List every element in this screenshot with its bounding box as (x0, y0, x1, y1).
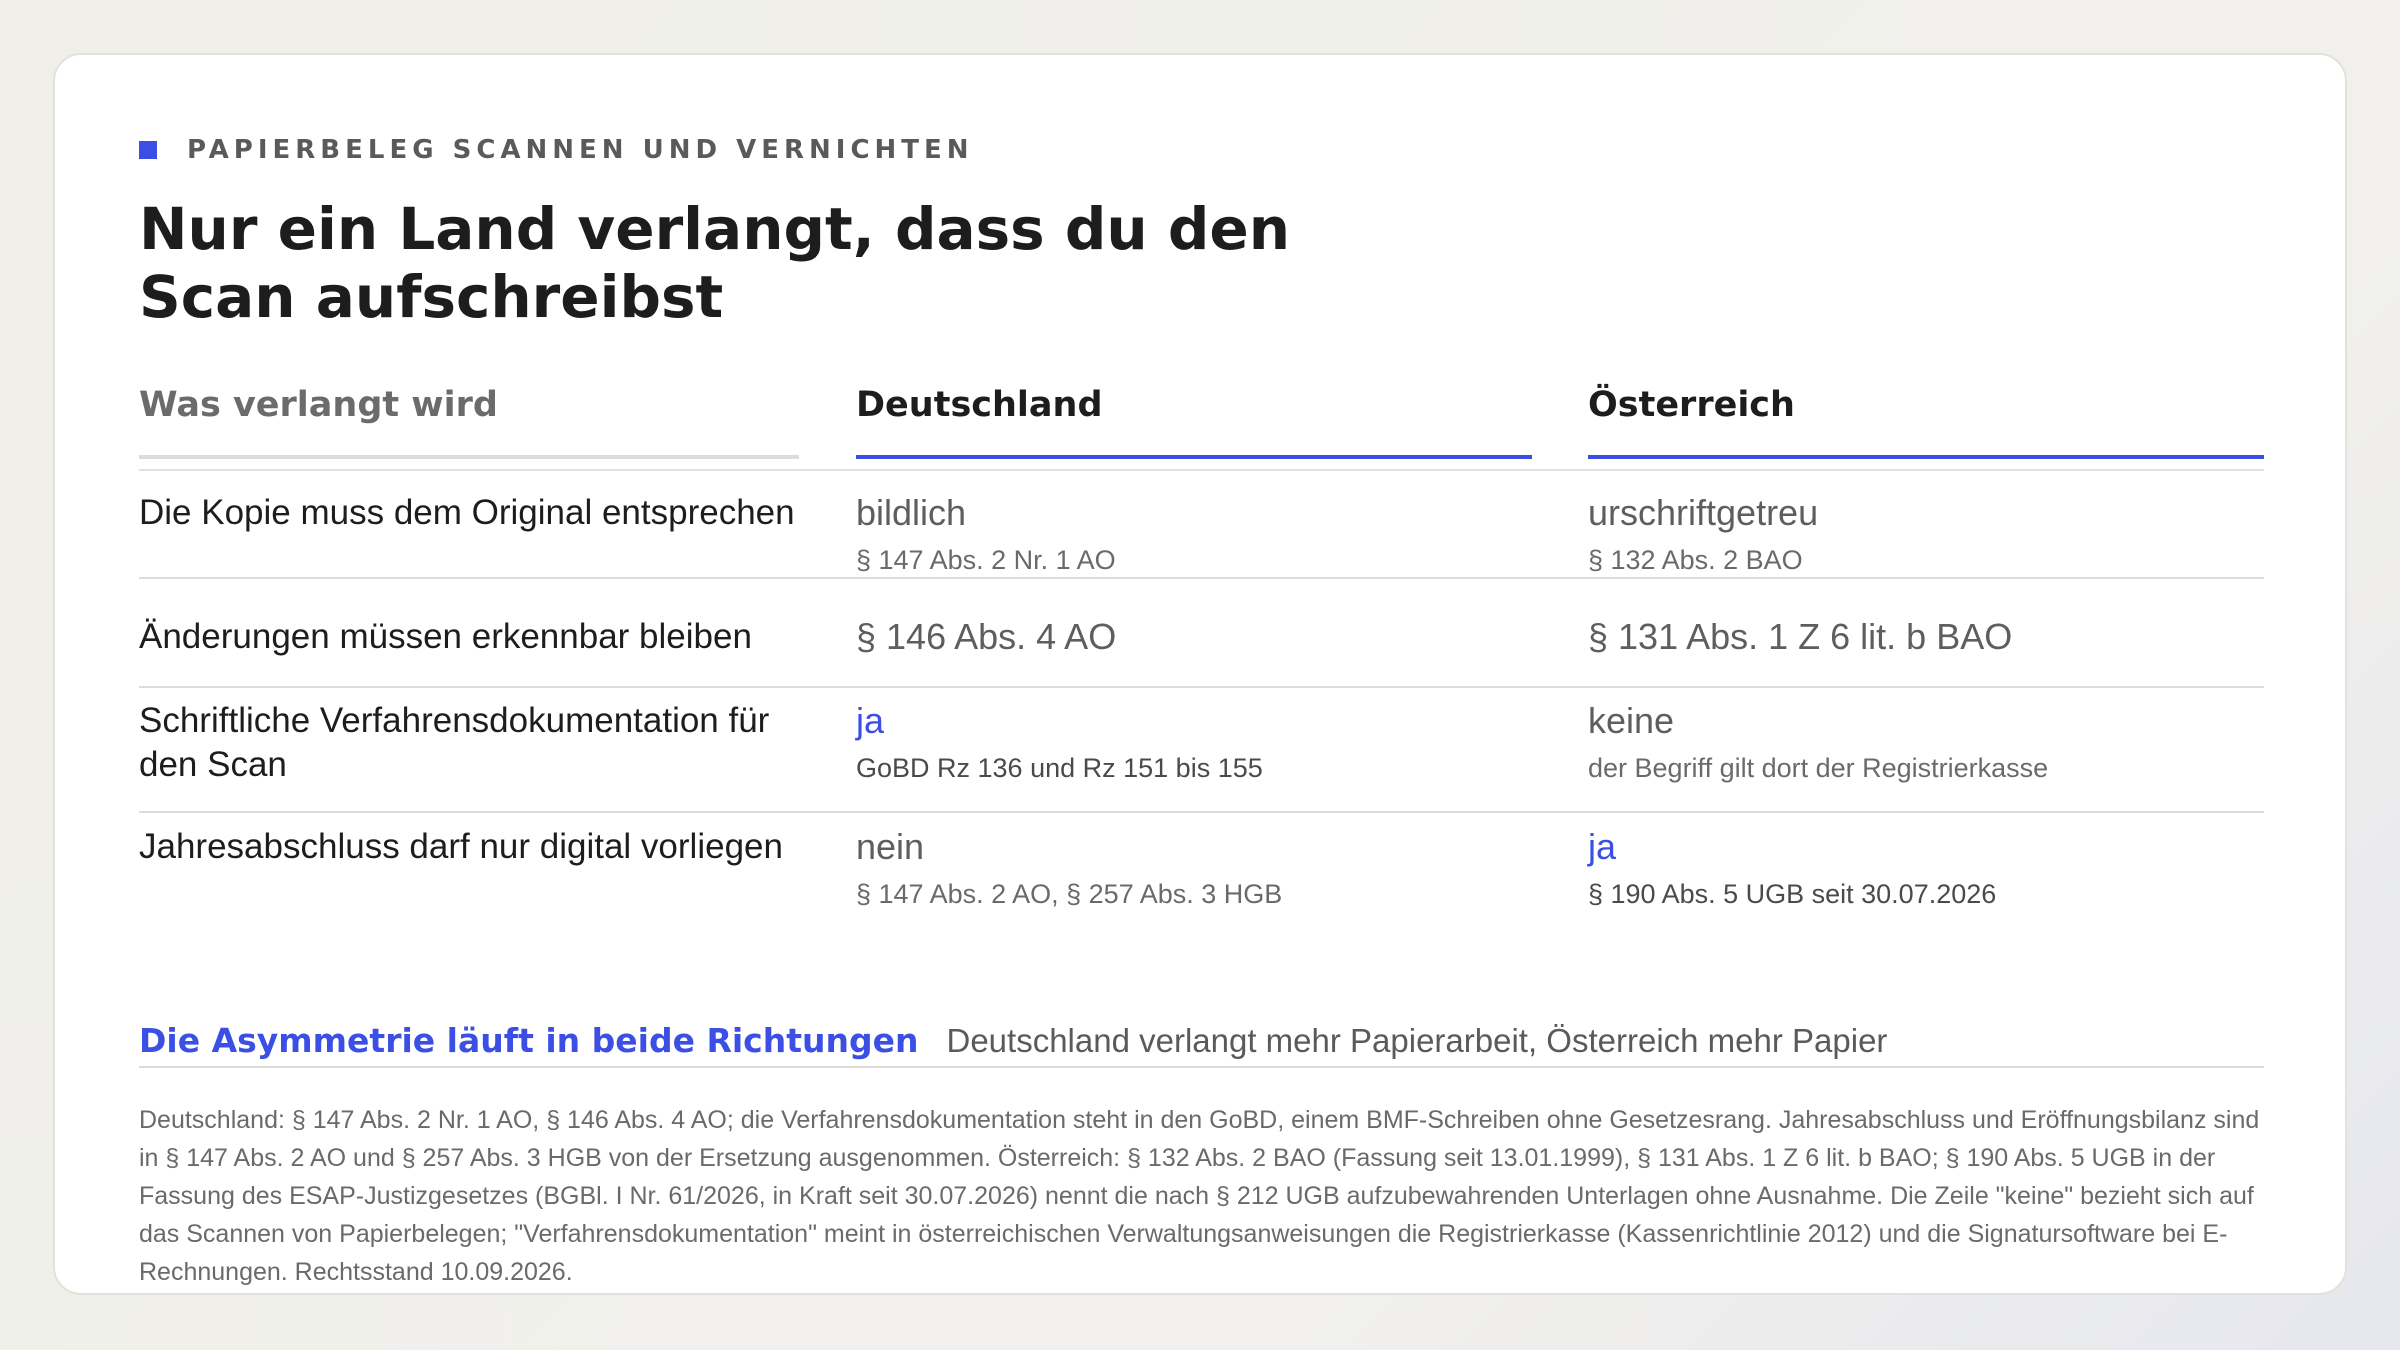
austria-reference: § 132 Abs. 2 BAO (1588, 545, 1803, 575)
row-label: Jahresabschluss darf nur digital vorlieg… (139, 827, 783, 866)
table-row: Die Kopie muss dem Original entsprechen … (139, 491, 2264, 579)
germany-cell: § 146 Abs. 4 AO (856, 615, 1536, 659)
germany-reference: GoBD Rz 136 und Rz 151 bis 155 (856, 753, 1263, 783)
header-divider-germany (856, 455, 1532, 459)
callout-divider (139, 1066, 2264, 1068)
austria-value: § 131 Abs. 1 Z 6 lit. b BAO (1588, 616, 2013, 657)
accent-square-icon (139, 141, 157, 159)
header-divider-requirement (139, 455, 799, 459)
austria-cell: § 131 Abs. 1 Z 6 lit. b BAO (1588, 615, 2264, 659)
germany-cell: bildlich § 147 Abs. 2 Nr. 1 AO (856, 491, 1536, 577)
page-title: Nur ein Land verlangt, dass du den Scan … (139, 195, 1290, 331)
austria-value: urschriftgetreu (1588, 492, 1819, 533)
eyebrow-label: PAPIERBELEG SCANNEN UND VERNICHTEN (187, 135, 974, 165)
header-divider (139, 469, 2264, 471)
germany-value: bildlich (856, 492, 967, 533)
austria-reference: der Begriff gilt dort der Registrierkass… (1588, 753, 2049, 783)
header-divider-austria (1588, 455, 2264, 459)
austria-value: keine (1588, 700, 1675, 741)
callout-lead: Die Asymmetrie läuft in beide Richtungen (139, 1021, 919, 1060)
callout-text: Deutschland verlangt mehr Papierarbeit, … (946, 1022, 1888, 1059)
germany-reference: § 147 Abs. 2 AO, § 257 Abs. 3 HGB (856, 879, 1283, 909)
table-row: Schriftliche Verfahrensdokumentation für… (139, 699, 2264, 813)
austria-reference: § 190 Abs. 5 UGB seit 30.07.2026 (1588, 879, 1997, 909)
column-header-requirement: Was verlangt wird (139, 385, 498, 425)
austria-value: ja (1588, 826, 1617, 867)
eyebrow: PAPIERBELEG SCANNEN UND VERNICHTEN (139, 135, 974, 165)
germany-value: nein (856, 826, 925, 867)
column-header-austria: Österreich (1588, 385, 1795, 425)
column-header-germany: Deutschland (856, 385, 1103, 425)
table-row: Änderungen müssen erkennbar bleiben § 14… (139, 615, 2264, 688)
comparison-card: PAPIERBELEG SCANNEN UND VERNICHTEN Nur e… (53, 53, 2347, 1295)
germany-cell: nein § 147 Abs. 2 AO, § 257 Abs. 3 HGB (856, 825, 1536, 911)
row-label: Die Kopie muss dem Original entsprechen (139, 493, 795, 532)
table-row: Jahresabschluss darf nur digital vorlieg… (139, 825, 2264, 943)
germany-cell: ja GoBD Rz 136 und Rz 151 bis 155 (856, 699, 1536, 785)
germany-value: ja (856, 700, 885, 741)
row-label: Schriftliche Verfahrensdokumentation für… (139, 701, 770, 784)
germany-reference: § 147 Abs. 2 Nr. 1 AO (856, 545, 1116, 575)
row-label: Änderungen müssen erkennbar bleiben (139, 617, 752, 656)
austria-cell: keine der Begriff gilt dort der Registri… (1588, 699, 2264, 785)
austria-cell: urschriftgetreu § 132 Abs. 2 BAO (1588, 491, 2264, 577)
austria-cell: ja § 190 Abs. 5 UGB seit 30.07.2026 (1588, 825, 2264, 911)
germany-value: § 146 Abs. 4 AO (856, 616, 1117, 657)
footnote: Deutschland: § 147 Abs. 2 Nr. 1 AO, § 14… (139, 1106, 2260, 1286)
callout: Die Asymmetrie läuft in beide Richtungen… (139, 1021, 1887, 1060)
